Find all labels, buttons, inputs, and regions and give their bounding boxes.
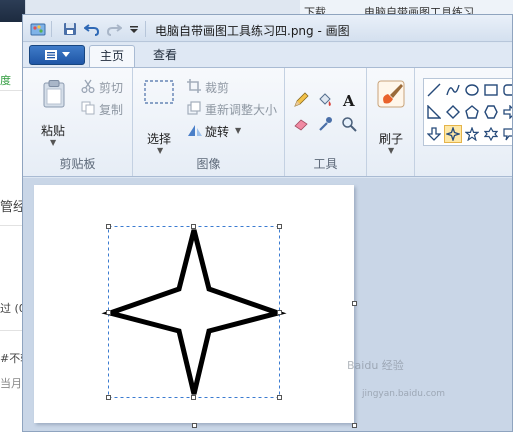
tab-view[interactable]: 查看	[143, 45, 187, 67]
select-icon	[144, 80, 174, 104]
line-icon[interactable]	[425, 81, 443, 99]
brush-button[interactable]: 刷子 ▼	[371, 74, 411, 155]
image-group-label: 图像	[196, 157, 221, 171]
copy-button[interactable]: 复制	[79, 100, 131, 118]
chevron-down-icon	[62, 52, 70, 57]
pencil-icon	[294, 92, 309, 107]
clipboard-group-label: 剪贴板	[59, 157, 96, 171]
fill-button[interactable]	[315, 90, 335, 110]
selection-handle[interactable]	[277, 224, 282, 229]
paint-window: 电脑自带画图工具练习四.png - 画图 主页 查看 粘贴 ▼ 剪切 复制 剪贴…	[22, 14, 513, 432]
color-picker-button[interactable]	[315, 114, 335, 134]
canvas-resize-handle[interactable]	[352, 301, 357, 306]
callout-icon[interactable]	[501, 125, 512, 143]
resize-label: 重新调整大小	[205, 103, 278, 117]
tools-group-label: 工具	[313, 157, 338, 171]
selection-handle[interactable]	[277, 310, 282, 315]
eraser-icon	[294, 119, 308, 131]
copy-icon	[81, 101, 95, 115]
redo-icon[interactable]	[105, 20, 123, 38]
paste-icon	[43, 80, 65, 108]
ribbon: 粘贴 ▼ 剪切 复制 剪贴板 选择 ▼ 裁剪 重新调整大小 旋转 ▼ 图像 A …	[23, 67, 512, 177]
selection-handle[interactable]	[191, 224, 196, 229]
selection-handle[interactable]	[106, 310, 111, 315]
svg-text:A: A	[342, 92, 355, 108]
selection-handle[interactable]	[106, 395, 111, 400]
title-bar: 电脑自带画图工具练习四.png - 画图	[23, 15, 512, 42]
brush-label: 刷子	[379, 132, 404, 146]
five-point-star-icon[interactable]	[463, 125, 481, 143]
eraser-button[interactable]	[291, 114, 311, 134]
app-menu-icon	[45, 50, 57, 60]
text-icon: A	[342, 92, 355, 108]
chevron-down-icon: ▼	[50, 138, 57, 147]
selection-handle[interactable]	[191, 395, 196, 400]
paint-app-icon[interactable]	[29, 20, 47, 38]
select-label: 选择	[147, 132, 172, 146]
color-picker-icon	[319, 117, 332, 131]
pentagon-icon[interactable]	[463, 103, 481, 121]
rotate-icon	[188, 125, 202, 136]
magnifier-button[interactable]	[339, 114, 359, 134]
customize-qat-icon[interactable]	[125, 20, 143, 38]
diamond-icon[interactable]	[444, 103, 462, 121]
four-point-star-shape[interactable]	[101, 229, 287, 395]
tab-home[interactable]: 主页	[89, 45, 136, 67]
crop-button[interactable]: 裁剪	[185, 78, 281, 96]
cut-icon	[81, 79, 95, 93]
right-triangle-icon[interactable]	[425, 103, 443, 121]
canvas-resize-handle[interactable]	[192, 423, 197, 428]
window-title: 电脑自带画图工具练习四.png - 画图	[155, 24, 350, 38]
chevron-down-icon: ▼	[157, 146, 164, 155]
watermark-text: Baidu 经验	[347, 359, 404, 372]
fill-icon	[319, 93, 331, 106]
selection-rectangle[interactable]	[108, 226, 280, 398]
chevron-down-icon: ▼	[388, 146, 395, 155]
right-arrow-icon[interactable]	[501, 103, 512, 121]
text-button[interactable]: A	[339, 90, 359, 110]
save-icon[interactable]	[61, 20, 79, 38]
brushes-group: 刷子 ▼	[367, 68, 415, 176]
oval-icon[interactable]	[463, 81, 481, 99]
clipboard-group: 粘贴 ▼ 剪切 复制 剪贴板	[23, 68, 133, 176]
selection-handle[interactable]	[106, 224, 111, 229]
crop-icon	[187, 79, 201, 93]
down-arrow-icon[interactable]	[425, 125, 443, 143]
app-menu-button[interactable]	[29, 45, 85, 65]
rounded-rectangle-icon[interactable]	[501, 81, 512, 99]
paste-label: 粘贴	[41, 124, 66, 138]
ribbon-tabs: 主页 查看	[23, 43, 512, 67]
copy-label: 复制	[99, 103, 124, 117]
selection-handle[interactable]	[277, 395, 282, 400]
paste-button[interactable]: 粘贴 ▼	[33, 74, 73, 147]
shapes-gallery-box	[423, 78, 512, 146]
rectangle-icon[interactable]	[482, 81, 500, 99]
magnifier-icon	[342, 117, 357, 132]
shapes-gallery	[421, 68, 512, 176]
rotate-label: 旋转	[205, 125, 230, 139]
watermark-subtext: jingyan.baidu.com	[362, 389, 446, 399]
cut-label: 剪切	[99, 81, 124, 95]
drawing-canvas[interactable]	[34, 185, 354, 423]
undo-icon[interactable]	[83, 20, 101, 38]
tools-group: A 工具	[285, 68, 367, 176]
pencil-button[interactable]	[291, 90, 311, 110]
resize-button[interactable]: 重新调整大小	[185, 100, 283, 118]
hexagon-icon[interactable]	[482, 103, 500, 121]
crop-label: 裁剪	[205, 81, 230, 95]
select-button[interactable]: 选择 ▼	[139, 74, 179, 155]
brush-icon	[377, 80, 405, 108]
canvas-resize-handle[interactable]	[352, 423, 357, 428]
resize-icon	[187, 101, 201, 115]
curve-icon[interactable]	[444, 81, 462, 99]
image-group: 选择 ▼ 裁剪 重新调整大小 旋转 ▼ 图像	[133, 68, 285, 176]
six-point-star-icon[interactable]	[482, 125, 500, 143]
chevron-down-icon: ▼	[235, 126, 242, 135]
four-point-star-icon[interactable]	[444, 125, 462, 143]
cut-button[interactable]: 剪切	[79, 78, 131, 96]
rotate-button[interactable]: 旋转 ▼	[185, 122, 255, 140]
